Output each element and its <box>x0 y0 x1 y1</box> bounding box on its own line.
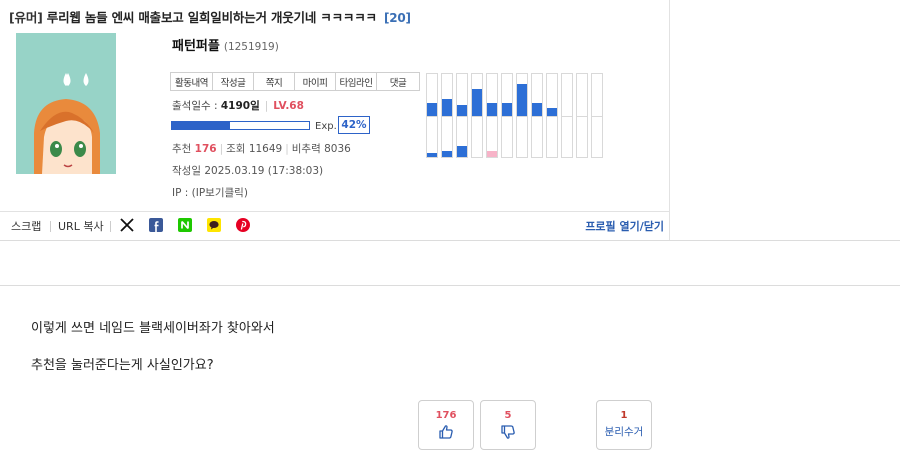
date-value: 2025.03.19 (17:38:03) <box>204 165 324 177</box>
ip-row: IP : (IP보기클릭) <box>172 185 248 200</box>
activity-graph-bar <box>546 73 558 158</box>
activity-graph-bar <box>471 73 483 158</box>
nickname-text[interactable]: 패턴퍼플 <box>172 39 220 54</box>
report-button[interactable]: 1 분리수거 <box>596 400 652 450</box>
facebook-icon[interactable] <box>149 218 163 232</box>
post-content-line: 이렇게 쓰면 네임드 블랙세이버좌가 찾아와서 <box>31 321 275 336</box>
upvote-button[interactable]: 176 <box>418 400 474 450</box>
comments-button[interactable]: 댓글 <box>377 73 419 90</box>
downvote-count: 5 <box>504 410 512 421</box>
avatar-image <box>16 33 116 174</box>
post-header: [유머] 루리웹 놈들 엔씨 매출보고 일희일비하는거 개웃기네 ㅋㅋㅋㅋㅋ [… <box>0 0 670 240</box>
thumbs-down-icon <box>501 425 515 439</box>
author-action-buttons: 활동내역 작성글 쪽지 마이피 타임라인 댓글 <box>170 72 420 91</box>
activity-graph-down-fill <box>487 151 497 157</box>
naver-icon[interactable] <box>178 218 192 232</box>
views-label: 조회 <box>226 143 246 155</box>
post-title: [유머] 루리웹 놈들 엔씨 매출보고 일희일비하는거 개웃기네 ㅋㅋㅋㅋㅋ [… <box>9 7 411 26</box>
nonrec-label: 비추력 <box>291 143 321 155</box>
activity-graph-up-fill <box>487 103 497 116</box>
upvote-count: 176 <box>435 410 457 421</box>
post-category-tag[interactable]: [유머] <box>9 10 43 25</box>
activity-graph-bar <box>576 73 588 158</box>
thumbs-up-icon <box>439 425 453 439</box>
activity-graph-bar <box>561 73 573 158</box>
attendance-label: 출석일수 : <box>172 100 218 112</box>
ip-label: IP : <box>172 187 189 199</box>
activity-graph-bar <box>591 73 603 158</box>
post-title-text: 루리웹 놈들 엔씨 매출보고 일희일비하는거 개웃기네 ㅋㅋㅋㅋㅋ <box>46 10 377 25</box>
activity-graph-up-fill <box>442 99 452 116</box>
attendance-value: 4190일 <box>220 100 260 112</box>
ip-reveal-link[interactable]: (IP보기클릭) <box>192 187 248 199</box>
mypi-button[interactable]: 마이피 <box>295 73 336 90</box>
divider <box>0 285 900 286</box>
activity-graph-down-fill <box>457 146 467 157</box>
activity-graph-up-fill <box>502 103 512 116</box>
activity-graph-up-fill <box>532 103 542 116</box>
date-label: 작성일 <box>172 165 201 177</box>
scrap-button[interactable]: 스크랩 <box>11 218 41 234</box>
exp-progress-bar <box>171 121 310 130</box>
attendance-row: 출석일수 : 4190일 | LV.68 <box>172 100 304 112</box>
report-count: 1 <box>620 410 628 421</box>
post-date: 작성일 2025.03.19 (17:38:03) <box>172 163 323 178</box>
author-user-id: (1251919) <box>223 41 279 53</box>
timeline-button[interactable]: 타임라인 <box>336 73 377 90</box>
recommend-label: 추천 <box>172 143 192 155</box>
pinterest-icon[interactable] <box>236 218 250 232</box>
activity-graph-bar <box>516 73 528 158</box>
activity-graph-down-fill <box>442 151 452 157</box>
x-icon[interactable] <box>120 218 134 232</box>
recommend-value: 176 <box>194 143 217 155</box>
activity-graph-up-fill <box>427 103 437 116</box>
exp-label: Exp. <box>315 121 337 132</box>
activity-graph-up-fill <box>457 105 467 116</box>
author-stats: 추천 176 | 조회 11649 | 비추력 8036 <box>172 143 351 155</box>
comment-count[interactable]: [20] <box>384 11 411 25</box>
kakao-icon[interactable] <box>207 218 221 232</box>
activity-graph-up-fill <box>472 89 482 116</box>
activity-graph-bar <box>531 73 543 158</box>
written-posts-button[interactable]: 작성글 <box>213 73 254 90</box>
activity-graph-down-fill <box>427 153 437 157</box>
post-content-line: 추천을 눌러준다는게 사실인가요? <box>31 358 214 373</box>
nonrec-value: 8036 <box>324 143 351 155</box>
activity-graph-bar <box>456 73 468 158</box>
report-label: 분리수거 <box>604 426 644 438</box>
activity-graph-up-fill <box>517 84 527 116</box>
activity-graph-bar <box>441 73 453 158</box>
activity-history-button[interactable]: 활동내역 <box>171 73 213 90</box>
downvote-button[interactable]: 5 <box>480 400 536 450</box>
views-value: 11649 <box>248 143 283 155</box>
activity-graph-up-fill <box>547 108 557 116</box>
level-badge: LV.68 <box>273 100 304 112</box>
author-nickname[interactable]: 패턴퍼플 (1251919) <box>172 35 279 54</box>
copy-url-button[interactable]: URL 복사 <box>58 218 104 234</box>
share-bar: 스크랩 URL 복사 프로필 열기/닫기 <box>0 211 670 240</box>
activity-graph-bar <box>426 73 438 158</box>
divider <box>0 240 900 241</box>
activity-graph-bar <box>501 73 513 158</box>
avatar[interactable] <box>16 33 116 174</box>
exp-percent-badge: 42% <box>338 116 370 134</box>
exp-progress-fill <box>172 122 230 129</box>
profile-toggle-button[interactable]: 프로필 열기/닫기 <box>585 218 664 234</box>
message-button[interactable]: 쪽지 <box>254 73 295 90</box>
activity-graph-bar <box>486 73 498 158</box>
